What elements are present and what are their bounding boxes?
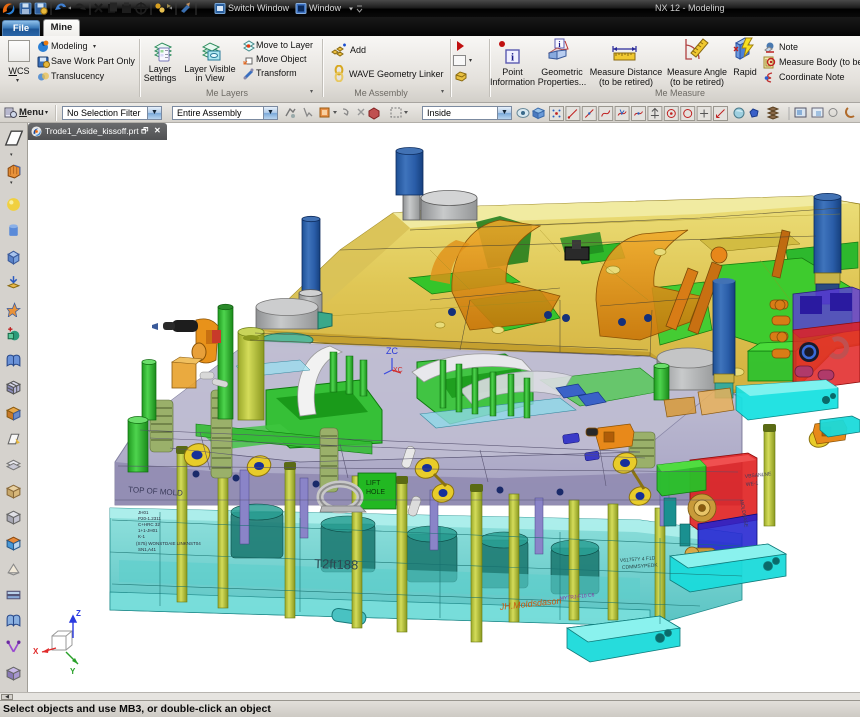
svg-text:SN1,A41: SN1,A41 bbox=[138, 547, 157, 552]
svg-text:HOLE: HOLE bbox=[366, 489, 385, 496]
svg-text:JH01: JH01 bbox=[138, 510, 149, 515]
svg-text:Z: Z bbox=[76, 609, 81, 618]
svg-text:P20-1.2311: P20-1.2311 bbox=[138, 516, 161, 521]
svg-text:LIFT: LIFT bbox=[366, 480, 381, 487]
svg-text:ZC: ZC bbox=[386, 346, 398, 356]
svg-text:Y: Y bbox=[70, 667, 76, 676]
svg-text:i: i bbox=[511, 52, 514, 64]
svg-text:K-1: K-1 bbox=[138, 534, 146, 539]
svg-text:T2ft188: T2ft188 bbox=[314, 556, 359, 573]
svg-text:X: X bbox=[33, 647, 39, 656]
svg-text:(S75) WONSTDAIE LINKNST04: (S75) WONSTDAIE LINKNST04 bbox=[136, 541, 201, 546]
svg-text:1+1-JH01: 1+1-JH01 bbox=[138, 528, 158, 533]
svg-text:C+HRC 32: C+HRC 32 bbox=[138, 522, 160, 527]
